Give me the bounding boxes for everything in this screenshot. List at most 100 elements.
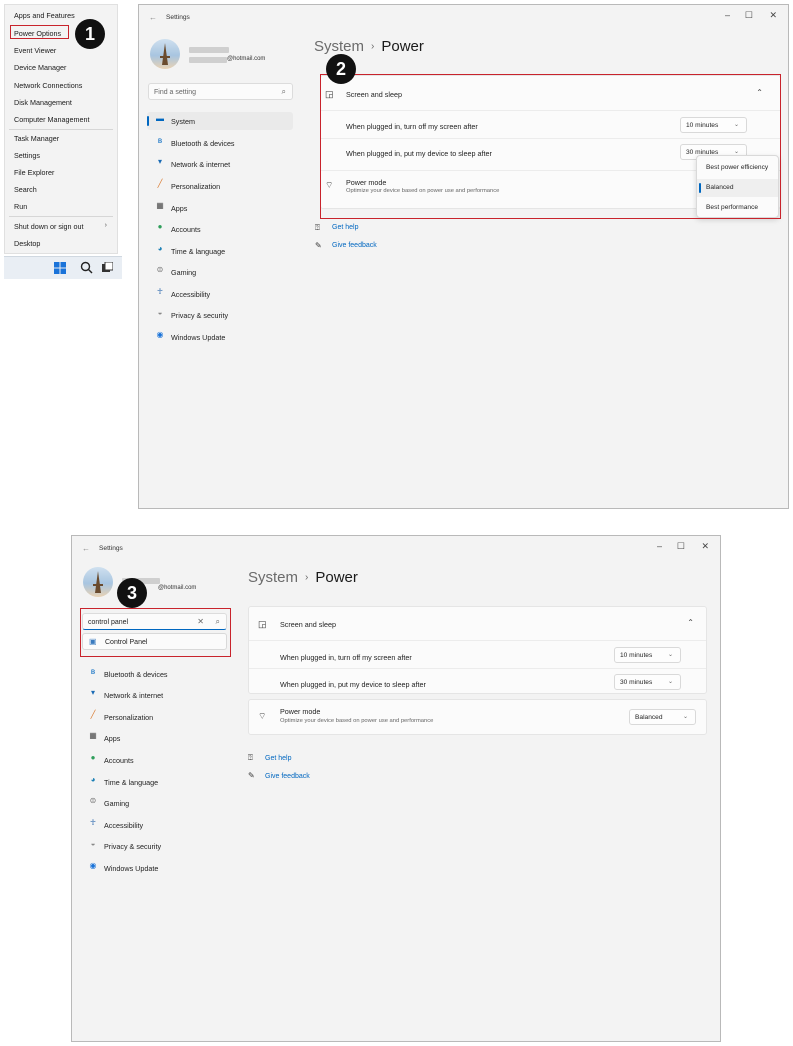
winx-item-event-viewer[interactable]: Event Viewer <box>14 46 56 55</box>
winx-item-computer-management[interactable]: Computer Management <box>14 115 90 124</box>
chevron-up-icon[interactable]: ⌃ <box>687 618 694 627</box>
bluetooth-icon: ʙ <box>157 136 163 145</box>
back-arrow-icon[interactable]: ← <box>149 13 157 22</box>
sidebar-item-apps[interactable]: ▦ Apps <box>80 729 226 747</box>
get-help-link[interactable]: Get help <box>332 224 358 231</box>
page-title: Power <box>381 38 424 55</box>
help-icon: ⍰ <box>315 223 320 232</box>
search-icon[interactable] <box>80 261 93 274</box>
maximize-button[interactable]: ☐ <box>677 541 685 552</box>
sidebar-item-windows-update[interactable]: ◉ Windows Update <box>80 859 226 877</box>
update-icon: ◉ <box>156 330 164 339</box>
sidebar-item-gaming[interactable]: ⊜ Gaming <box>147 263 293 281</box>
give-feedback-link[interactable]: Give feedback <box>332 242 377 249</box>
sidebar-item-windows-update[interactable]: ◉ Windows Update <box>147 328 293 346</box>
bluetooth-icon: ʙ <box>90 667 96 676</box>
sidebar-item-time-language[interactable]: ◕ Time & language <box>147 242 293 260</box>
sidebar-item-personalization[interactable]: ╱ Personalization <box>80 708 226 726</box>
sidebar-item-privacy[interactable]: ◒ Privacy & security <box>80 837 226 855</box>
person-icon: ● <box>157 222 163 231</box>
apps-icon: ▦ <box>89 731 97 740</box>
winx-item-device-manager[interactable]: Device Manager <box>14 63 66 72</box>
winx-divider <box>9 129 113 130</box>
taskbar <box>4 256 122 279</box>
sidebar-item-network[interactable]: ▾ Network & internet <box>80 686 226 704</box>
winx-item-shutdown[interactable]: Shut down or sign out <box>14 222 84 231</box>
give-feedback-link[interactable]: Give feedback <box>265 773 310 780</box>
sleep-timeout-dropdown[interactable]: 30 minutes ⌄ <box>614 674 681 690</box>
power-mode-dropdown[interactable]: Balanced ⌄ <box>629 709 696 725</box>
task-view-icon[interactable] <box>102 262 113 273</box>
step-badge-1: 1 <box>75 19 105 49</box>
winx-divider <box>9 216 113 217</box>
close-button[interactable]: ✕ <box>701 541 709 552</box>
chevron-down-icon: ⌄ <box>682 714 688 720</box>
sidebar-item-gaming[interactable]: ⊜ Gaming <box>80 794 226 812</box>
help-icon: ⍰ <box>248 753 253 762</box>
globe-clock-icon: ◕ <box>157 244 163 253</box>
breadcrumb-parent[interactable]: System <box>314 38 364 55</box>
winx-item-disk-management[interactable]: Disk Management <box>14 98 72 107</box>
sidebar-item-accessibility[interactable]: ☥ Accessibility <box>147 285 293 303</box>
winx-item-run[interactable]: Run <box>14 202 27 211</box>
winx-item-file-explorer[interactable]: File Explorer <box>14 168 54 177</box>
close-button[interactable]: ✕ <box>769 10 777 21</box>
shield-icon: ◒ <box>90 839 96 848</box>
winx-item-apps-features[interactable]: Apps and Features <box>14 11 75 20</box>
feedback-icon: ✎ <box>248 771 255 780</box>
search-placeholder: Find a setting <box>154 89 197 96</box>
sidebar-item-apps[interactable]: ▦ Apps <box>147 199 293 217</box>
minimize-button[interactable]: – <box>725 10 730 20</box>
account-email-redacted <box>189 57 227 63</box>
sidebar-item-network[interactable]: ▾ Network & internet <box>147 155 293 173</box>
winx-item-network-connections[interactable]: Network Connections <box>14 81 82 90</box>
minimize-button[interactable]: – <box>657 541 662 551</box>
title-bar: ← Settings – ☐ ✕ <box>72 536 720 562</box>
back-arrow-icon[interactable]: ← <box>82 544 90 553</box>
feedback-icon: ✎ <box>315 241 322 250</box>
power-mode-subtitle: Optimize your device based on power use … <box>280 718 434 724</box>
sidebar-item-personalization[interactable]: ╱ Personalization <box>147 177 293 195</box>
screen-timeout-dropdown[interactable]: 10 minutes ⌄ <box>614 647 681 663</box>
person-icon: ● <box>90 753 96 762</box>
search-icon: ⌕ <box>281 87 286 96</box>
account-name-redacted <box>189 47 229 53</box>
screen-sleep-title[interactable]: Screen and sleep <box>280 620 336 629</box>
avatar[interactable] <box>83 567 113 597</box>
sidebar-item-time-language[interactable]: ◕ Time & language <box>80 773 226 791</box>
maximize-button[interactable]: ☐ <box>745 10 753 21</box>
power-mode-icon: ⌔ <box>258 711 267 721</box>
brush-icon: ╱ <box>157 179 163 188</box>
winx-item-search[interactable]: Search <box>14 185 37 194</box>
sidebar-item-bluetooth[interactable]: ʙ Bluetooth & devices <box>147 134 293 152</box>
settings-window-bottom: ← Settings – ☐ ✕ @hotmail.com control pa… <box>71 535 721 1042</box>
system-icon: ▬ <box>156 114 164 123</box>
windows-start-icon[interactable] <box>54 262 66 274</box>
sidebar-item-privacy[interactable]: ◒ Privacy & security <box>147 306 293 324</box>
winx-item-task-manager[interactable]: Task Manager <box>14 134 59 143</box>
screen-timeout-label: When plugged in, turn off my screen afte… <box>280 653 412 662</box>
highlight-box-search <box>80 608 231 657</box>
sidebar-item-accessibility[interactable]: ☥ Accessibility <box>80 816 226 834</box>
get-help-link[interactable]: Get help <box>265 755 291 762</box>
shield-icon: ◒ <box>157 308 163 317</box>
sidebar-item-system[interactable]: ▬ System <box>147 112 293 130</box>
wifi-icon: ▾ <box>157 157 162 166</box>
sidebar-item-accounts[interactable]: ● Accounts <box>80 751 226 769</box>
screen-sleep-card: ◲ Screen and sleep ⌃ When plugged in, tu… <box>248 606 707 694</box>
sidebar-item-accounts[interactable]: ● Accounts <box>147 220 293 238</box>
gamepad-icon: ⊜ <box>89 796 97 805</box>
avatar[interactable] <box>150 39 180 69</box>
accessibility-icon: ☥ <box>90 818 96 827</box>
page-title: Power <box>315 569 358 586</box>
screen-sleep-icon: ◲ <box>258 619 267 629</box>
account-email: @hotmail.com <box>158 585 197 591</box>
search-input[interactable]: Find a setting ⌕ <box>148 83 293 100</box>
accessibility-icon: ☥ <box>157 287 163 296</box>
sleep-timeout-label: When plugged in, put my device to sleep … <box>280 680 426 689</box>
winx-item-settings[interactable]: Settings <box>14 151 40 160</box>
winx-item-desktop[interactable]: Desktop <box>14 239 40 248</box>
breadcrumb-parent[interactable]: System <box>248 569 298 586</box>
window-title: Settings <box>99 545 123 552</box>
sidebar-item-bluetooth[interactable]: ʙ Bluetooth & devices <box>80 665 226 683</box>
